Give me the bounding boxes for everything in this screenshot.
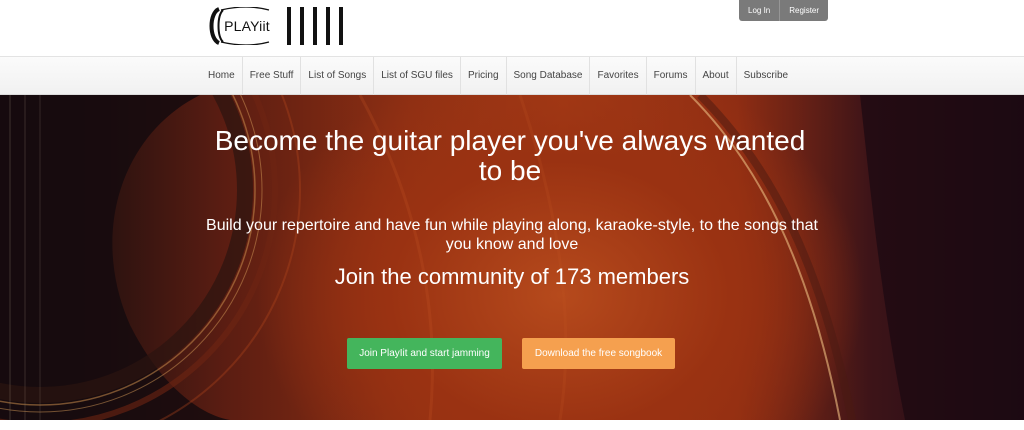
logo[interactable]: PLAYiit bbox=[207, 6, 352, 46]
hero-section: Become the guitar player you've always w… bbox=[0, 95, 1024, 420]
download-songbook-button[interactable]: Download the free songbook bbox=[522, 338, 675, 369]
join-button[interactable]: Join PlayIit and start jamming bbox=[347, 338, 502, 369]
logo-oval: PLAYiit bbox=[207, 7, 281, 45]
main-nav-bar: Home Free Stuff List of Songs List of SG… bbox=[0, 57, 1024, 95]
logo-text: PLAYiit bbox=[224, 18, 270, 34]
hero-subtitle: Build your repertoire and have fun while… bbox=[206, 217, 818, 253]
login-button[interactable]: Log In bbox=[739, 0, 779, 21]
nav-item-favorites[interactable]: Favorites bbox=[590, 57, 647, 95]
page-bottom-strip bbox=[0, 420, 1024, 430]
top-header: PLAYiit Log In Register bbox=[0, 0, 1024, 57]
hero-title: Become the guitar player you've always w… bbox=[214, 125, 806, 186]
nav-item-subscribe[interactable]: Subscribe bbox=[737, 57, 795, 95]
nav-item-about[interactable]: About bbox=[696, 57, 737, 95]
nav-item-list-of-sgu-files[interactable]: List of SGU files bbox=[374, 57, 461, 95]
nav-item-list-of-songs[interactable]: List of Songs bbox=[301, 57, 375, 95]
logo-bars bbox=[287, 7, 343, 45]
community-count-text: Join the community of 173 members bbox=[334, 264, 690, 289]
nav-item-free-stuff[interactable]: Free Stuff bbox=[243, 57, 302, 95]
nav-item-song-database[interactable]: Song Database bbox=[507, 57, 591, 95]
nav-item-forums[interactable]: Forums bbox=[647, 57, 696, 95]
nav-item-home[interactable]: Home bbox=[201, 57, 243, 95]
register-button[interactable]: Register bbox=[780, 0, 828, 21]
auth-bar: Log In Register bbox=[739, 0, 829, 21]
main-nav: Home Free Stuff List of Songs List of SG… bbox=[201, 57, 795, 95]
nav-item-pricing[interactable]: Pricing bbox=[461, 57, 507, 95]
